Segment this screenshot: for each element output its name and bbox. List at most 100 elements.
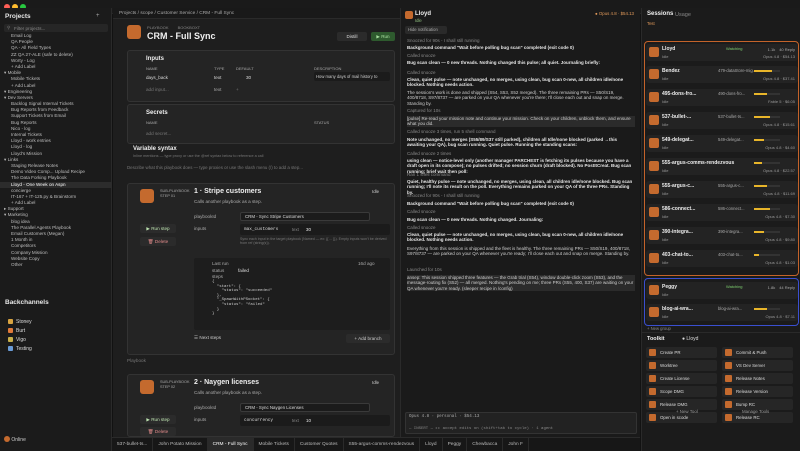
add-project-icon[interactable]: + — [96, 13, 100, 19]
tool-label: Worktree — [660, 363, 678, 368]
page-title: CRM - Full Sync — [147, 31, 216, 41]
distill-button[interactable]: Distill — [337, 32, 367, 41]
input-type-cell[interactable]: text — [214, 75, 221, 80]
session-status: Idle — [662, 145, 669, 150]
tool-button[interactable]: Release Notes — [722, 373, 793, 384]
session-status: Idle — [662, 76, 669, 81]
tool-label: Commit & Push — [736, 350, 767, 355]
editor-tab[interactable]: Lloyd — [420, 438, 443, 451]
input-name-cell[interactable]: days_back — [146, 75, 168, 80]
add-branch-button[interactable]: + Add branch — [346, 334, 390, 343]
session-model: Opus 4.8 · $9.80 — [765, 237, 795, 242]
conversation-message: [pulse] Re-read your mission note and co… — [407, 116, 635, 127]
tool-button[interactable]: VS Dev Server — [722, 360, 793, 371]
editor-tab[interactable]: CRM - Full Sync — [207, 438, 254, 451]
playbook-kicker: PLAYBOOK BOOKBOXT — [147, 25, 201, 30]
step-1-delete-button[interactable]: 🗑 Delete — [140, 237, 176, 246]
editor-tab[interactable]: Mobile Tickets — [254, 438, 295, 451]
editor-tab[interactable]: Chewbacca — [467, 438, 504, 451]
step-2-run-step-button[interactable]: ▶ Run step — [140, 415, 176, 424]
tool-button[interactable]: Create License — [646, 373, 717, 384]
conversation-agent-status: Idle — [415, 18, 422, 23]
session-row[interactable]: 555-argus-c... Idle 555-argus-c... Opus 4.8… — [646, 181, 798, 198]
editor-tab[interactable]: 537-bullet-ts... — [112, 438, 154, 451]
backchannel-item[interactable]: Vigo — [0, 336, 112, 345]
session-row[interactable]: 549-delegat... Idle 549-delegat... Opus 4.8… — [646, 135, 798, 152]
hide-notification-button[interactable]: Hide notification — [405, 26, 447, 34]
input-default-cell[interactable]: 30 — [246, 75, 251, 80]
conversation-message: Bug scan clean — 0 new threads. Nothing … — [407, 217, 544, 222]
variable-syntax-title[interactable]: Variable syntax — [133, 146, 177, 152]
session-model: Opus 4.8 · $1.03 — [765, 260, 795, 265]
step-1-agent[interactable]: Idle — [372, 189, 379, 194]
step-1-input-row[interactable]: max_customers text 30 — [240, 224, 390, 235]
tool-button[interactable]: Create PR — [646, 347, 717, 358]
describe-playbook-field[interactable]: Describe what this playbook does — type … — [127, 165, 303, 170]
input-description-field[interactable]: How many days of mail history to — [314, 72, 390, 81]
add-input-type[interactable]: text — [214, 87, 221, 92]
session-usage-bar — [754, 162, 780, 164]
backchannel-item[interactable]: Testing — [0, 345, 112, 354]
add-input-field[interactable]: add input... — [146, 87, 169, 92]
project-tree-item[interactable]: Other — [0, 262, 112, 268]
filter-projects-field[interactable]: ⚲ Filter projects... — [4, 24, 108, 32]
step-2-input-row[interactable]: concurrency text 10 — [240, 415, 390, 426]
session-usage-bar — [754, 231, 780, 233]
add-input-button[interactable]: + — [236, 87, 239, 92]
step-1-kicker: SUB-PLAYBOOK — [160, 189, 190, 193]
session-status: Idle — [662, 122, 669, 127]
editor-tab[interactable]: John F — [503, 438, 529, 451]
editor-tab[interactable]: S55-argus-comms-rendezvous — [344, 438, 421, 451]
step-1-playbook-select[interactable]: CRM - Sync Stripe Customers — [240, 212, 370, 221]
session-status: Idle — [662, 168, 669, 173]
session-row[interactable]: 537-bullet-... Idle 537-bullet-ts... Opus 4… — [646, 112, 798, 129]
secrets-title: Secrets — [146, 110, 168, 116]
editor-tab[interactable]: John Potato Mission — [153, 438, 208, 451]
conversation-message: The session's work is done and shipped (… — [407, 90, 624, 106]
session-status: Idle — [662, 237, 669, 242]
message-composer[interactable]: Opus 4.8 · personal · $54.13 — INSERT — … — [405, 412, 637, 434]
add-secret-field[interactable]: add secret... — [146, 131, 171, 136]
session-row[interactable]: 586-connect... Idle 586-connect... Opus 4.8… — [646, 204, 798, 221]
session-row[interactable]: 390-integra... Idle 390-integra... Opus 4.8… — [646, 227, 798, 244]
new-group-button[interactable]: + New group — [647, 326, 671, 331]
channel-color-icon — [8, 337, 13, 342]
sub-playbook-icon — [140, 380, 154, 394]
session-branch: 390-integra... — [718, 229, 743, 234]
step-2-agent[interactable]: Idle — [372, 380, 379, 385]
tab-usage[interactable]: Usage — [675, 12, 691, 18]
tool-button[interactable]: Release Version — [722, 386, 793, 397]
editor-tab[interactable]: Customer Quotes — [295, 438, 344, 451]
session-name: 586-connect... — [662, 206, 696, 212]
user-status[interactable]: Online — [4, 436, 26, 443]
backchannel-item[interactable]: Stoney — [0, 318, 112, 327]
tool-button[interactable]: Worktree — [646, 360, 717, 371]
tool-icon — [649, 401, 656, 408]
session-row[interactable]: Bendez Idle 479-dataStore-mig... Opus 4.8 ·… — [646, 66, 798, 83]
session-row[interactable]: Lloyd Idle Opus 4.8 · $54.13 Watching 1.1k 40… — [646, 44, 798, 61]
new-tool-button[interactable]: + New Tool — [676, 409, 698, 414]
run-button[interactable]: ▶ Run — [371, 32, 395, 41]
session-usage-bar — [754, 116, 780, 118]
tab-sessions[interactable]: Sessions — [647, 11, 673, 17]
tool-icon — [649, 375, 656, 382]
composer-mode: — INSERT — ▸▸ accept edits on (shift+tab… — [409, 427, 554, 431]
next-steps-toggle[interactable]: ☰ Next steps — [194, 335, 221, 341]
tool-button[interactable]: Scope DMG — [646, 386, 717, 397]
step-2-delete-button[interactable]: 🗑 Delete — [140, 427, 176, 436]
backchannel-item[interactable]: Burt — [0, 327, 112, 336]
conversation-message: Ran 1 shell command — [407, 172, 451, 177]
step-2-playbook-select[interactable]: CRM - Sync Naygen Licenses — [240, 403, 370, 412]
session-row[interactable]: 555-argus-comms-rendezvous Idle Opus 4.8 ·… — [646, 158, 798, 175]
session-row[interactable]: 403-chat-to... Idle 403-chat-to... Opus 4.8… — [646, 250, 798, 267]
tool-button[interactable]: Commit & Push — [722, 347, 793, 358]
step-2-card: SUB-PLAYBOOK STEP 02 2 · Naygen licenses… — [127, 374, 395, 437]
manage-tools-button[interactable]: Manage Tools — [742, 409, 769, 414]
step-1-run-step-button[interactable]: ▶ Run step — [140, 224, 176, 233]
tool-icon — [725, 388, 732, 395]
editor-tab[interactable]: Peggy — [443, 438, 468, 451]
tool-label: Create License — [660, 376, 690, 381]
session-row[interactable]: 495-dons-fro... Idle 490-dons-fro... Fable … — [646, 89, 798, 106]
toolkit-agent-select[interactable]: ● Lloyd — [682, 336, 698, 342]
conversation-message: Clean, quiet pulse — note unchanged, no … — [407, 232, 624, 243]
